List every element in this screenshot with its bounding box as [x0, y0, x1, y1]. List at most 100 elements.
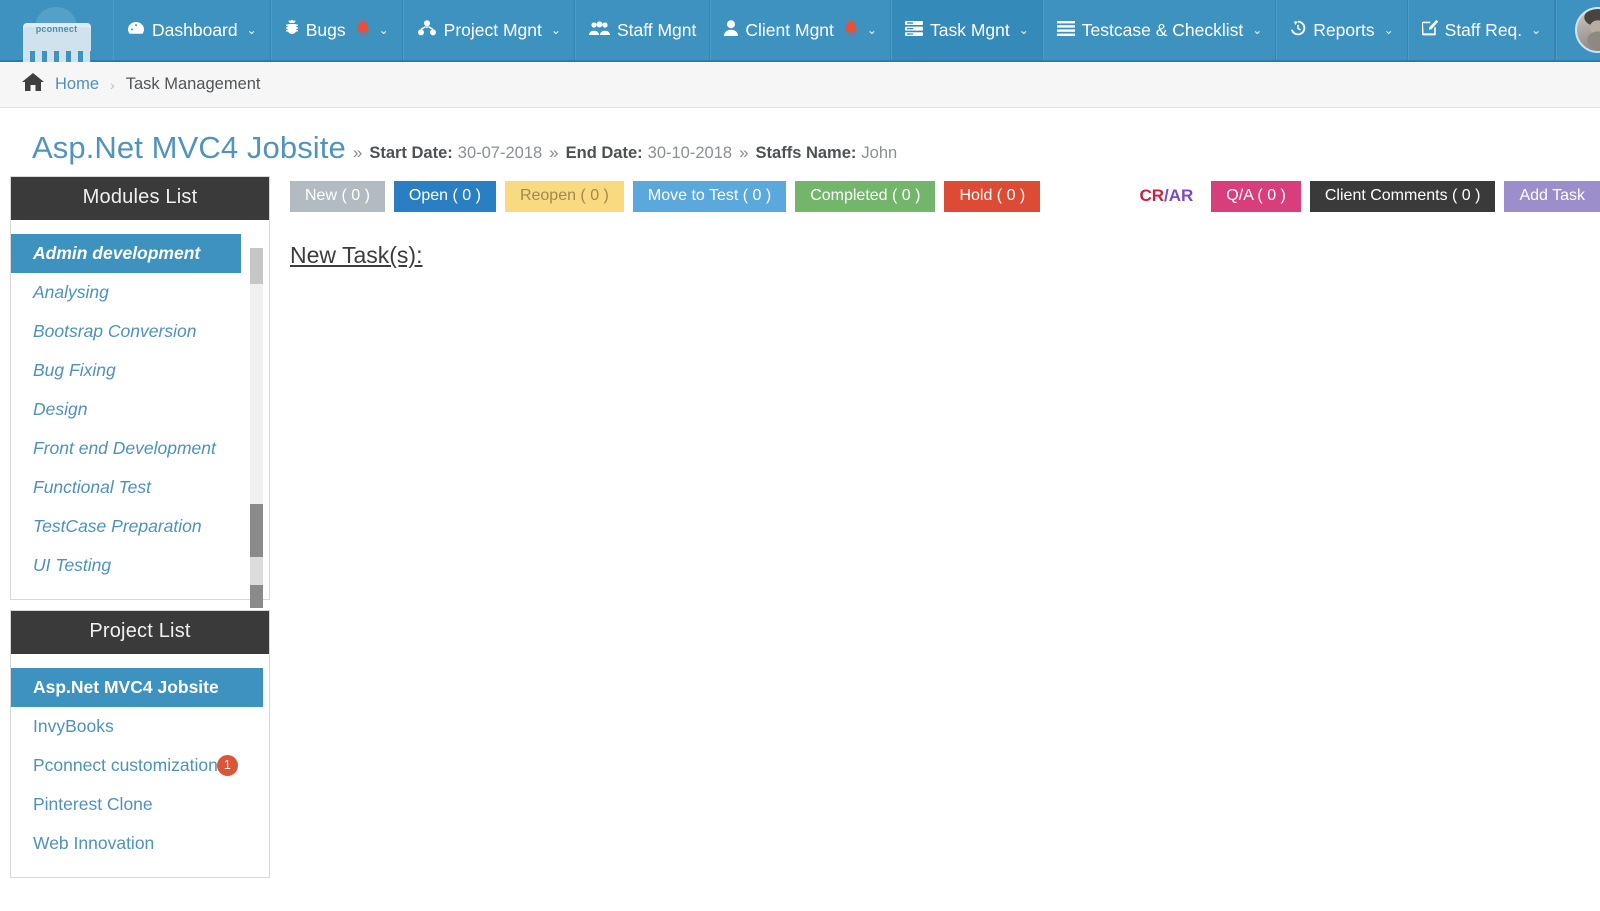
nav-label-task-mgnt: Task Mgnt: [929, 19, 1010, 40]
nav-label-project-mgnt: Project Mgnt: [443, 19, 542, 40]
brand-logo[interactable]: pconnect: [0, 0, 113, 62]
status-button-completed[interactable]: Completed ( 0 ): [795, 180, 936, 212]
project-item-label: Pconnect customization: [33, 755, 218, 775]
projects-panel-title: Project List: [11, 611, 269, 654]
end-date-value: 30-10-2018: [647, 144, 733, 162]
client-comments-button[interactable]: Client Comments ( 0 ): [1309, 180, 1496, 212]
staffs-name-label: Staffs Name:: [755, 144, 857, 162]
nav-item-staff-req[interactable]: Staff Req. ⌄: [1407, 0, 1556, 60]
staffs-name-value: John: [861, 144, 898, 162]
users-icon: [588, 20, 610, 40]
task-list-icon: [904, 20, 923, 40]
project-item-pconnect-customization[interactable]: Pconnect customization 1: [11, 746, 269, 785]
module-item-front-end-development[interactable]: Front end Development: [11, 429, 247, 468]
top-navbar: pconnect Dashboard ⌄ Bugs ⌄ Project Mgnt…: [0, 0, 1600, 62]
module-item-analysing[interactable]: Analysing: [11, 273, 247, 312]
scrollbar-top-segment[interactable]: [250, 248, 263, 284]
modules-list-scrollbar[interactable]: [250, 248, 263, 608]
breadcrumb-home-link[interactable]: Home: [55, 75, 99, 94]
module-item-design[interactable]: Design: [11, 390, 247, 429]
meta-separator: »: [549, 143, 559, 162]
nav-item-staff-mgnt[interactable]: Staff Mgnt: [574, 0, 711, 60]
nav-item-bugs[interactable]: Bugs ⌄: [270, 0, 403, 60]
breadcrumb-separator: ›: [110, 76, 115, 93]
end-date-label: End Date:: [565, 144, 643, 162]
history-icon: [1290, 20, 1306, 40]
gauge-icon: [127, 21, 145, 40]
logo-text: pconnect: [35, 24, 78, 34]
nav-label-dashboard: Dashboard: [152, 19, 238, 40]
status-button-row: New ( 0 ) Open ( 0 ) Reopen ( 0 ) Move t…: [290, 176, 1600, 212]
chevron-down-icon: ⌄: [246, 23, 257, 37]
status-button-new[interactable]: New ( 0 ): [290, 180, 385, 212]
edit-square-icon: [1421, 20, 1438, 40]
status-button-hold[interactable]: Hold ( 0 ): [944, 180, 1041, 212]
scrollbar-bottom-segment[interactable]: [250, 557, 263, 585]
meta-separator: »: [352, 143, 363, 162]
status-button-open[interactable]: Open ( 0 ): [393, 180, 496, 212]
chevron-down-icon: ⌄: [1383, 23, 1394, 37]
nav-item-project-mgnt[interactable]: Project Mgnt ⌄: [402, 0, 575, 60]
qa-button[interactable]: Q/A ( 0 ): [1211, 180, 1301, 212]
start-date-label: Start Date:: [369, 144, 453, 162]
nav-item-dashboard[interactable]: Dashboard ⌄: [113, 0, 271, 60]
nav-item-task-mgnt[interactable]: Task Mgnt ⌄: [890, 0, 1043, 60]
sitemap-icon: [417, 20, 437, 40]
projects-panel-body: Asp.Net MVC4 Jobsite InvyBooks Pconnect …: [11, 654, 269, 877]
project-item-pinterest-clone[interactable]: Pinterest Clone: [11, 785, 269, 824]
nav-label-reports: Reports: [1313, 19, 1375, 40]
module-item-ui-testing[interactable]: UI Testing: [11, 546, 247, 585]
status-badge: 1: [216, 755, 238, 776]
add-task-button[interactable]: Add Task: [1504, 180, 1600, 212]
nav-label-testcase-checklist: Testcase & Checklist: [1081, 19, 1244, 40]
modules-panel: Modules List Admin development Analysing…: [10, 176, 270, 608]
bell-alert-icon: [844, 19, 858, 41]
nav-label-staff-req: Staff Req.: [1444, 19, 1523, 40]
user-menu[interactable]: Welcome, Admin ▼: [1556, 0, 1600, 60]
list-icon: [1056, 20, 1075, 40]
nav-label-bugs: Bugs: [305, 19, 346, 40]
nav-item-testcase-checklist[interactable]: Testcase & Checklist ⌄: [1042, 0, 1277, 60]
chevron-down-icon: ⌄: [1531, 23, 1542, 37]
bug-icon: [285, 20, 299, 40]
project-item-web-innovation[interactable]: Web Innovation: [11, 824, 269, 863]
meta-separator: »: [739, 143, 749, 162]
nav-item-client-mgnt[interactable]: Client Mgnt ⌄: [710, 0, 891, 60]
module-item-testcase-preparation[interactable]: TestCase Preparation: [11, 507, 247, 546]
breadcrumb: Home › Task Management: [0, 62, 1600, 108]
modules-list: Admin development Analysing Bootsrap Con…: [11, 234, 269, 608]
module-item-bootsrap-conversion[interactable]: Bootsrap Conversion: [11, 312, 247, 351]
chevron-down-icon: ⌄: [550, 23, 561, 37]
scrollbar-thumb[interactable]: [250, 504, 263, 608]
nav-item-reports[interactable]: Reports ⌄: [1276, 0, 1408, 60]
home-icon[interactable]: [22, 72, 44, 97]
sidebar: Modules List Admin development Analysing…: [10, 176, 270, 888]
status-button-reopen[interactable]: Reopen ( 0 ): [504, 180, 624, 212]
project-item-invybooks[interactable]: InvyBooks: [11, 707, 269, 746]
bell-alert-icon: [356, 19, 370, 41]
project-list: Asp.Net MVC4 Jobsite InvyBooks Pconnect …: [11, 668, 269, 863]
modules-panel-body: Admin development Analysing Bootsrap Con…: [11, 220, 269, 608]
avatar: [1575, 7, 1600, 53]
project-header: Asp.Net MVC4 Jobsite » Start Date: 30-07…: [0, 108, 1600, 176]
chevron-down-icon: ⌄: [1252, 23, 1263, 37]
module-item-bug-fixing[interactable]: Bug Fixing: [11, 351, 247, 390]
user-icon: [724, 20, 739, 40]
projects-panel: Project List Asp.Net MVC4 Jobsite InvyBo…: [10, 610, 270, 878]
chevron-down-icon: ⌄: [866, 23, 877, 37]
cr-ar-label[interactable]: CR/AR: [1139, 186, 1202, 206]
content-area: New ( 0 ) Open ( 0 ) Reopen ( 0 ) Move t…: [270, 176, 1600, 269]
main-layout: Modules List Admin development Analysing…: [0, 176, 1600, 888]
module-item-admin-development[interactable]: Admin development: [11, 234, 241, 273]
page-title: Asp.Net MVC4 Jobsite: [32, 130, 346, 165]
nav-label-client-mgnt: Client Mgnt: [745, 19, 834, 40]
chevron-down-icon: ⌄: [378, 23, 389, 37]
nav-label-staff-mgnt: Staff Mgnt: [616, 19, 697, 40]
chevron-down-icon: ⌄: [1018, 23, 1029, 37]
status-button-move-to-test[interactable]: Move to Test ( 0 ): [632, 180, 787, 212]
project-item-aspnet-mvc4-jobsite[interactable]: Asp.Net MVC4 Jobsite: [11, 668, 263, 707]
module-item-functional-test[interactable]: Functional Test: [11, 468, 247, 507]
ar-text: /AR: [1164, 186, 1194, 205]
pconnect-logo-icon: pconnect: [21, 7, 93, 62]
breadcrumb-current: Task Management: [125, 75, 261, 93]
